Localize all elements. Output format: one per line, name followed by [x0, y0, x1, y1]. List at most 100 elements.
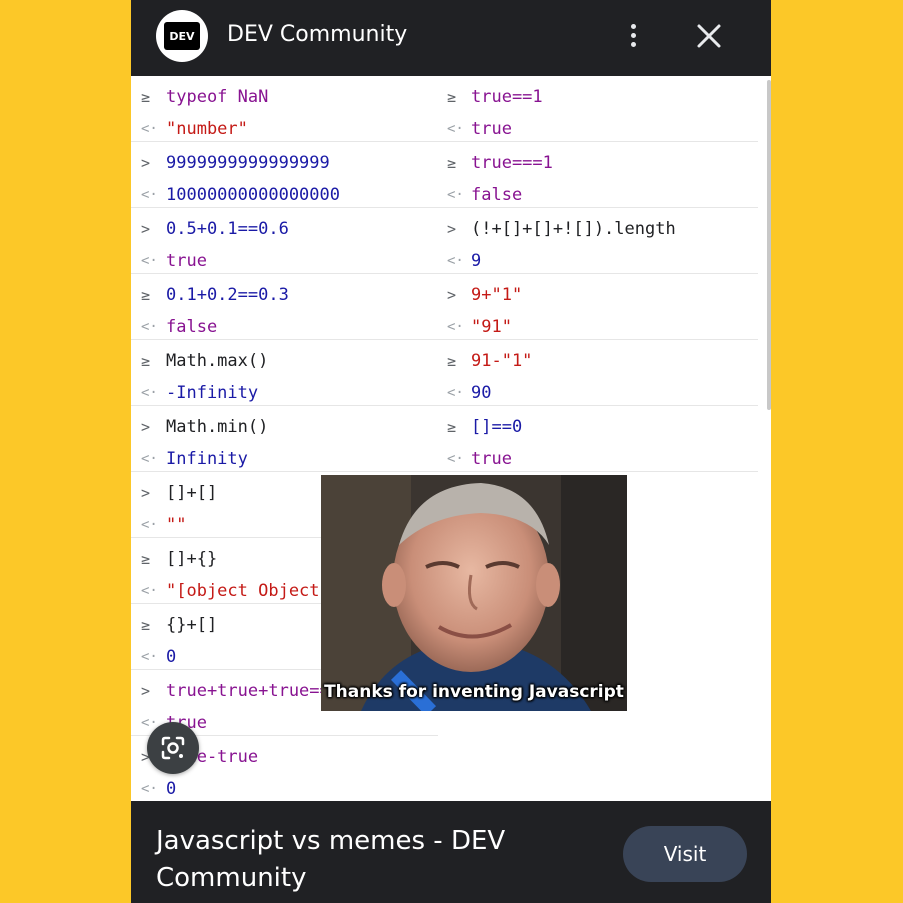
close-icon[interactable]: [693, 20, 725, 52]
code-token: 0: [166, 647, 177, 667]
console-entry: ≥0.1+0.2==0.3 <· false: [131, 274, 438, 340]
input-prompt-icon: ≥: [141, 88, 151, 106]
code-token: Math.max(): [166, 351, 269, 371]
code-token: Math.min(): [166, 417, 269, 437]
console-input-code: 9+"1": [471, 280, 522, 310]
console-output-value: 9: [471, 246, 481, 276]
code-token: false: [166, 317, 218, 337]
console-output-value: Infinity: [166, 444, 248, 474]
scrollbar-thumb[interactable]: [767, 80, 771, 410]
google-lens-button[interactable]: [147, 722, 199, 774]
output-prompt-icon: <·: [141, 187, 158, 203]
console-entry: ≥ true==1 <· true: [438, 76, 758, 142]
console-output-value: false: [471, 180, 522, 210]
input-prompt-icon: ≥: [141, 352, 151, 370]
console-input-code: 0.5+0.1==0.6: [166, 214, 289, 244]
output-prompt-icon: <·: [141, 649, 158, 665]
code-token: {}+[]: [166, 615, 218, 635]
console-output-value: 90: [471, 378, 491, 408]
code-token: "number": [166, 119, 248, 139]
console-input-code: Math.min(): [166, 412, 268, 442]
code-token: true: [166, 251, 207, 271]
console-entry: ≥91-"1" <· 90: [438, 340, 758, 406]
output-prompt-icon: <·: [447, 121, 464, 137]
more-vert-icon[interactable]: [623, 22, 643, 50]
console-entry: >0.5+0.1==0.6 <· true: [131, 208, 438, 274]
input-prompt-icon: ≥: [447, 352, 457, 370]
console-output-value: "91": [471, 312, 512, 342]
console-output-value: true: [471, 444, 512, 474]
code-token: 0.1+0.2==0.3: [166, 285, 289, 305]
output-prompt-icon: <·: [141, 121, 158, 137]
code-token: (!+[]+[]+![]).length: [471, 219, 676, 239]
input-prompt-icon: >: [141, 220, 151, 238]
console-input-code: 0.1+0.2==0.3: [166, 280, 289, 310]
code-token: "[object Object]": [166, 581, 340, 601]
console-input-code: []+{}: [166, 544, 217, 574]
meme-photo-drawing: [321, 475, 627, 711]
output-prompt-icon: <·: [447, 319, 464, 335]
input-prompt-icon: >: [141, 682, 151, 700]
google-lens-icon: [161, 736, 185, 760]
code-token: []==0: [471, 417, 523, 437]
code-token: "": [166, 515, 187, 535]
console-input-code: 9999999999999999: [166, 148, 330, 178]
meme-caption: Thanks for inventing Javascript: [324, 682, 624, 702]
code-token: true===1: [471, 153, 553, 173]
code-token: 9: [471, 251, 482, 271]
input-prompt-icon: >: [447, 286, 457, 304]
console-entry: ≥ true===1 <· false: [438, 142, 758, 208]
site-name[interactable]: DEV Community: [227, 22, 407, 47]
code-token: 0: [166, 779, 177, 799]
output-prompt-icon: <·: [141, 583, 158, 599]
output-prompt-icon: <·: [141, 781, 158, 797]
console-output-value: -Infinity: [166, 378, 258, 408]
code-token: "91": [471, 317, 512, 337]
input-prompt-icon: >: [141, 418, 151, 436]
code-token: true: [471, 119, 512, 139]
result-title[interactable]: Javascript vs memes - DEV Community: [156, 823, 576, 897]
console-entry: >9+"1" <· "91": [438, 274, 758, 340]
code-token: 9999999999999999: [166, 153, 330, 173]
input-prompt-icon: ≥: [141, 286, 151, 304]
console-entry: >9999999999999999 <· 10000000000000000: [131, 142, 438, 208]
site-logo[interactable]: DEV: [156, 10, 208, 62]
input-prompt-icon: ≥: [447, 418, 457, 436]
code-token: 91-"1": [471, 351, 533, 371]
console-output-value: "": [166, 510, 186, 540]
console-output-value: "[object Object]": [166, 576, 340, 606]
code-token: 90: [471, 383, 492, 403]
console-entry: ≥ Math.max() <· -Infinity: [131, 340, 438, 406]
visit-button[interactable]: Visit: [623, 826, 747, 882]
input-prompt-icon: >: [141, 484, 151, 502]
code-token: typeof NaN: [166, 87, 269, 107]
input-prompt-icon: ≥: [447, 88, 457, 106]
console-entry: > Math.min() <· Infinity: [131, 406, 438, 472]
console-input-code: typeof NaN: [166, 82, 268, 112]
code-token: 10000000000000000: [166, 185, 340, 205]
input-prompt-icon: ≥: [141, 550, 151, 568]
output-prompt-icon: <·: [447, 451, 464, 467]
code-token: 0.5+0.1==0.6: [166, 219, 289, 239]
console-entry: > (!+[]+[]+![]).length <· 9: [438, 208, 758, 274]
output-prompt-icon: <·: [141, 253, 158, 269]
console-output-value: true: [166, 246, 207, 276]
console-output-value: 0: [166, 774, 176, 804]
code-token: 9+"1": [471, 285, 523, 305]
code-token: []+[]: [166, 483, 218, 503]
console-input-code: true===1: [471, 148, 553, 178]
dev-logo-icon: DEV: [164, 22, 200, 50]
console-input-code: []+[]: [166, 478, 217, 508]
code-token: true==1: [471, 87, 543, 107]
console-input-code: (!+[]+[]+![]).length: [471, 214, 676, 244]
console-entry: ≥ typeof NaN <· "number": [131, 76, 438, 142]
console-output-value: "number": [166, 114, 248, 144]
console-input-code: {}+[]: [166, 610, 217, 640]
input-prompt-icon: ≥: [141, 616, 151, 634]
output-prompt-icon: <·: [447, 385, 464, 401]
output-prompt-icon: <·: [141, 517, 158, 533]
console-output-value: 0: [166, 642, 176, 672]
code-token: false: [471, 185, 523, 205]
input-prompt-icon: >: [141, 154, 151, 172]
console-column-right: ≥ true==1 <· true ≥ true===1 <· false > (!+[]+[]+…: [438, 76, 758, 472]
